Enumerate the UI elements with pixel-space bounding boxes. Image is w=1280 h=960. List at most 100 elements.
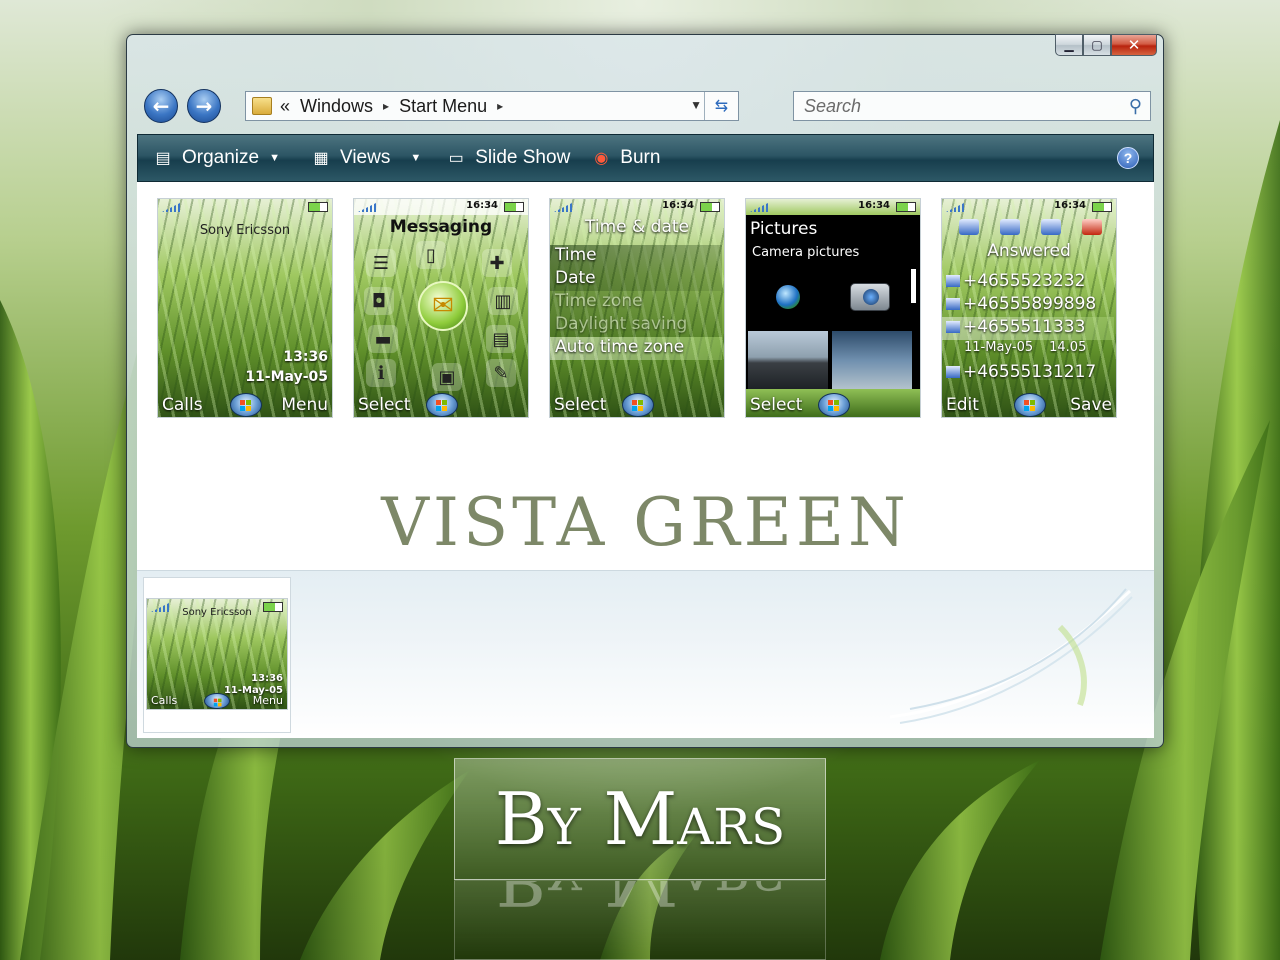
close-button[interactable]: ✕ bbox=[1111, 34, 1157, 56]
author-credit: By Mars bbox=[454, 758, 826, 880]
status-clock: 16:34 bbox=[466, 200, 498, 211]
explorer-window: ▁ ▢ ✕ ← → « Windows ▸ Start Menu ▸ ▼ ⇆ S… bbox=[126, 34, 1164, 748]
refresh-button[interactable]: ⇆ bbox=[704, 92, 738, 120]
breadcrumb-separator-icon[interactable]: ▸ bbox=[497, 99, 503, 113]
menu-icon-grid: ☰ ▯ ✚ ◘ ▥ ▬ ▤ ℹ ▣ ✎ ✉ bbox=[362, 241, 522, 391]
documents-icon: ☰ bbox=[366, 249, 396, 277]
phone-icon bbox=[946, 275, 960, 287]
list-item: Time bbox=[550, 245, 722, 268]
softkey-left: Select bbox=[358, 395, 411, 415]
list-item: Daylight saving bbox=[550, 314, 722, 337]
list-item: +4655511333 bbox=[942, 317, 1114, 340]
views-icon: ▦ bbox=[313, 150, 329, 167]
list-item: Date bbox=[550, 268, 722, 291]
arrow-right-icon: → bbox=[195, 94, 213, 118]
minimize-icon: ▁ bbox=[1064, 38, 1074, 52]
call-number: +4655511333 bbox=[963, 317, 1086, 337]
status-bar: 16:34 bbox=[354, 199, 528, 215]
globe-icon bbox=[776, 285, 800, 309]
vista-swoosh-decoration bbox=[889, 588, 1133, 724]
call-number: +46555899898 bbox=[963, 294, 1097, 314]
address-dropdown-icon[interactable]: ▼ bbox=[690, 98, 702, 112]
softkey-left: Select bbox=[554, 395, 607, 415]
back-button[interactable]: ← bbox=[144, 89, 178, 123]
breadcrumb-windows[interactable]: Windows bbox=[300, 96, 373, 117]
search-input[interactable]: Search ⚲ bbox=[793, 91, 1151, 121]
maximize-button[interactable]: ▢ bbox=[1083, 34, 1111, 56]
author-credit-reflection: By Mars bbox=[454, 880, 826, 960]
screenshot-pictures[interactable]: 16:34 Pictures Camera pictures Select bbox=[745, 198, 921, 418]
search-icon[interactable]: ⚲ bbox=[1129, 96, 1142, 117]
gamepad-icon: ✚ bbox=[482, 249, 512, 277]
organize-icon: ▤ bbox=[155, 150, 171, 167]
breadcrumb-start-menu[interactable]: Start Menu bbox=[399, 96, 487, 117]
theme-title: VISTA GREEN bbox=[381, 484, 910, 561]
maximize-icon: ▢ bbox=[1091, 38, 1103, 52]
call-date: 11-May-05 bbox=[964, 340, 1034, 355]
windows-flag-icon bbox=[1024, 400, 1036, 411]
call-list: +4655523232 +46555899898 +4655511333 11-… bbox=[942, 271, 1114, 385]
windows-orb-icon bbox=[426, 393, 458, 417]
windows-flag-icon bbox=[213, 698, 223, 707]
softkey-left: Calls bbox=[162, 395, 203, 415]
file-view: Sony Ericsson 13:36 11-May-05 Calls Menu… bbox=[137, 182, 1154, 570]
breadcrumb-separator-icon[interactable]: ▸ bbox=[383, 99, 389, 113]
phone-icon bbox=[946, 366, 960, 378]
windows-orb-icon bbox=[818, 393, 850, 417]
help-button[interactable]: ? bbox=[1117, 147, 1139, 169]
chevron-down-icon: ▼ bbox=[410, 152, 422, 164]
screenshot-main-menu[interactable]: 16:34 Messaging ☰ ▯ ✚ ◘ ▥ ▬ ▤ ℹ ▣ ✎ ✉ Se… bbox=[353, 198, 529, 418]
burn-button[interactable]: ◉ Burn bbox=[590, 147, 660, 169]
folder-icon bbox=[252, 97, 272, 115]
all-calls-icon bbox=[958, 219, 979, 235]
phone-icon: ▯ bbox=[416, 241, 446, 269]
info-icon: ℹ bbox=[366, 359, 396, 387]
photo-thumbnail-night bbox=[832, 331, 912, 389]
status-clock: 16:34 bbox=[858, 200, 890, 211]
screenshot-standby[interactable]: Sony Ericsson 13:36 11-May-05 Calls Menu bbox=[157, 198, 333, 418]
settings-list: Time Date Time zone Daylight saving Auto… bbox=[550, 245, 722, 360]
battery-icon bbox=[896, 202, 916, 212]
caption-buttons: ▁ ▢ ✕ bbox=[1055, 34, 1157, 56]
phone-icon bbox=[946, 321, 960, 333]
list-item: +46555899898 bbox=[942, 294, 1114, 317]
screenshot-call-list[interactable]: 16:34 Answered +4655523232 +46555899898 … bbox=[941, 198, 1117, 418]
burn-label: Burn bbox=[620, 147, 661, 168]
screenshot-time-date[interactable]: 16:34 Time & date Time Date Time zone Da… bbox=[549, 198, 725, 418]
minimize-button[interactable]: ▁ bbox=[1055, 34, 1083, 56]
list-item: Auto time zone bbox=[550, 337, 722, 360]
list-item: +4655523232 bbox=[942, 271, 1114, 294]
signal-icon bbox=[946, 202, 966, 212]
call-tabs bbox=[948, 219, 1112, 239]
refresh-icon: ⇆ bbox=[714, 98, 729, 115]
camera-icon: ◘ bbox=[364, 287, 394, 315]
radio-icon: ▤ bbox=[486, 325, 516, 353]
burn-disc-icon: ◉ bbox=[594, 150, 609, 167]
address-bar[interactable]: « Windows ▸ Start Menu ▸ ▼ ⇆ bbox=[245, 91, 739, 121]
film-icon: ▥ bbox=[488, 287, 518, 315]
preview-thumbnail[interactable]: Sony Ericsson 13:36 11-May-05 Calls Menu bbox=[143, 577, 291, 733]
messaging-envelope-icon: ✉ bbox=[418, 281, 468, 331]
slideshow-icon: ▭ bbox=[448, 150, 464, 167]
windows-flag-icon bbox=[240, 400, 252, 411]
slideshow-button[interactable]: ▭ Slide Show bbox=[445, 147, 571, 169]
scrollbar bbox=[911, 269, 916, 303]
preview-screen: Sony Ericsson 13:36 11-May-05 Calls Menu bbox=[146, 598, 288, 710]
views-button[interactable]: ▦ Views ▼ bbox=[310, 147, 421, 169]
softkey-right: Menu bbox=[281, 395, 328, 415]
battery-icon bbox=[700, 202, 720, 212]
windows-flag-icon bbox=[632, 400, 644, 411]
missed-calls-icon bbox=[1081, 219, 1102, 235]
close-icon: ✕ bbox=[1127, 36, 1141, 54]
softkey-left: Calls bbox=[151, 694, 178, 707]
forward-button[interactable]: → bbox=[187, 89, 221, 123]
windows-orb-icon bbox=[622, 393, 654, 417]
views-label: Views bbox=[340, 147, 391, 168]
command-toolbar: ▤ Organize ▼ ▦ Views ▼ ▭ Slide Show ◉ Bu… bbox=[137, 134, 1154, 182]
organize-button[interactable]: ▤ Organize ▼ bbox=[152, 147, 280, 169]
softkey-right: Save bbox=[1070, 395, 1112, 415]
status-bar bbox=[158, 199, 332, 215]
menu-title: Pictures bbox=[750, 219, 818, 239]
status-clock: 16:34 bbox=[662, 200, 694, 211]
breadcrumb-overflow[interactable]: « bbox=[280, 96, 290, 117]
